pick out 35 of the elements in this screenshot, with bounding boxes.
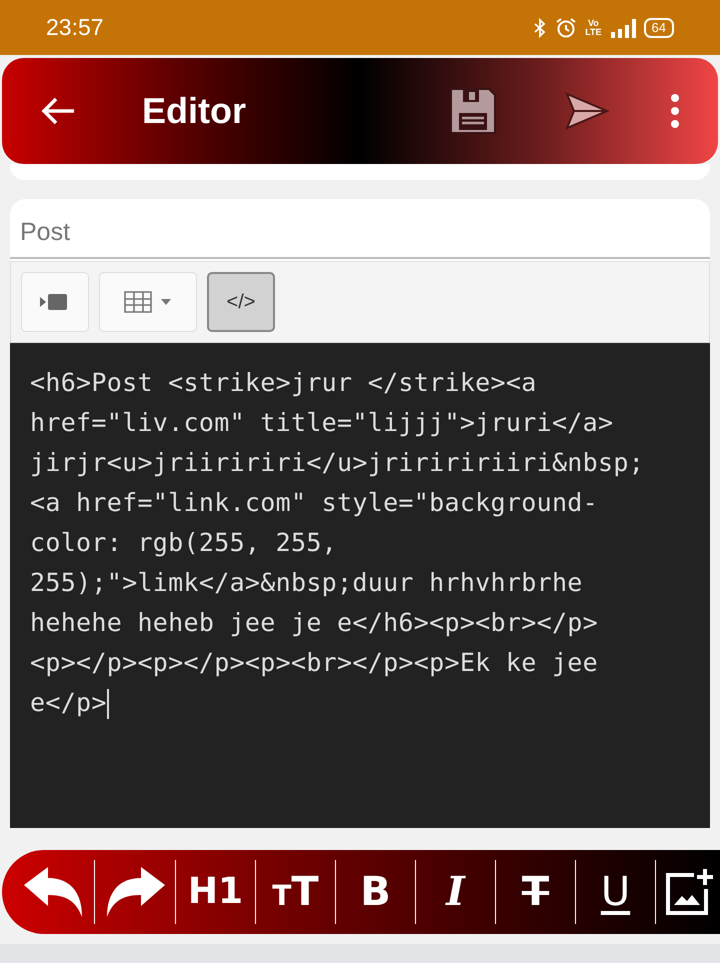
italic-button[interactable]: I xyxy=(416,872,495,912)
code-line: href="liv.com" title="lijjj">jruri</a> xyxy=(30,407,614,439)
back-arrow-icon[interactable] xyxy=(40,96,76,126)
post-title-field[interactable]: Post xyxy=(10,199,710,259)
volte-indicator: Vo LTE xyxy=(585,18,602,36)
more-options-icon[interactable] xyxy=(669,93,681,129)
screen-title: Editor xyxy=(142,90,247,132)
send-icon[interactable] xyxy=(565,92,609,130)
heading-button[interactable]: H1 xyxy=(176,874,255,910)
battery-indicator: 64 xyxy=(644,18,674,38)
alarm-icon xyxy=(555,16,578,38)
underline-button[interactable]: U xyxy=(576,872,655,912)
code-line: <h6>Post <strike>jrur </strike><a xyxy=(30,367,538,399)
video-camera-icon xyxy=(40,293,70,311)
text-size-button[interactable]: TT xyxy=(256,872,335,912)
code-line: e</p> xyxy=(30,683,690,723)
table-icon xyxy=(124,291,172,313)
clock-time: 23:57 xyxy=(46,14,104,41)
html-code-editor[interactable] xyxy=(10,343,710,828)
strikethrough-button[interactable]: T xyxy=(496,872,575,912)
bluetooth-icon xyxy=(533,18,548,38)
code-line: color: rgb(255, 255, xyxy=(30,527,338,559)
table-button[interactable] xyxy=(99,272,197,332)
code-line: 255);">limk</a>&nbsp;duur hrhvhrbrhe xyxy=(30,567,584,599)
text-cursor xyxy=(106,689,109,720)
code-line: jirjr<u>jriiririri</u>jririririiri&nbsp; xyxy=(30,447,646,479)
code-line: hehehe heheb jee je e</h6><p><br></p> xyxy=(30,607,599,639)
bold-button[interactable]: B xyxy=(336,872,415,912)
code-line: <a href="link.com" style="background- xyxy=(30,487,599,519)
code-view-button[interactable]: </> xyxy=(207,272,275,332)
save-icon[interactable] xyxy=(449,87,497,135)
signal-icon xyxy=(610,18,636,38)
video-button[interactable] xyxy=(21,272,89,332)
add-image-icon[interactable] xyxy=(664,867,714,917)
code-line: <p></p><p></p><p><br></p><p>Ek ke jee xyxy=(30,647,599,679)
